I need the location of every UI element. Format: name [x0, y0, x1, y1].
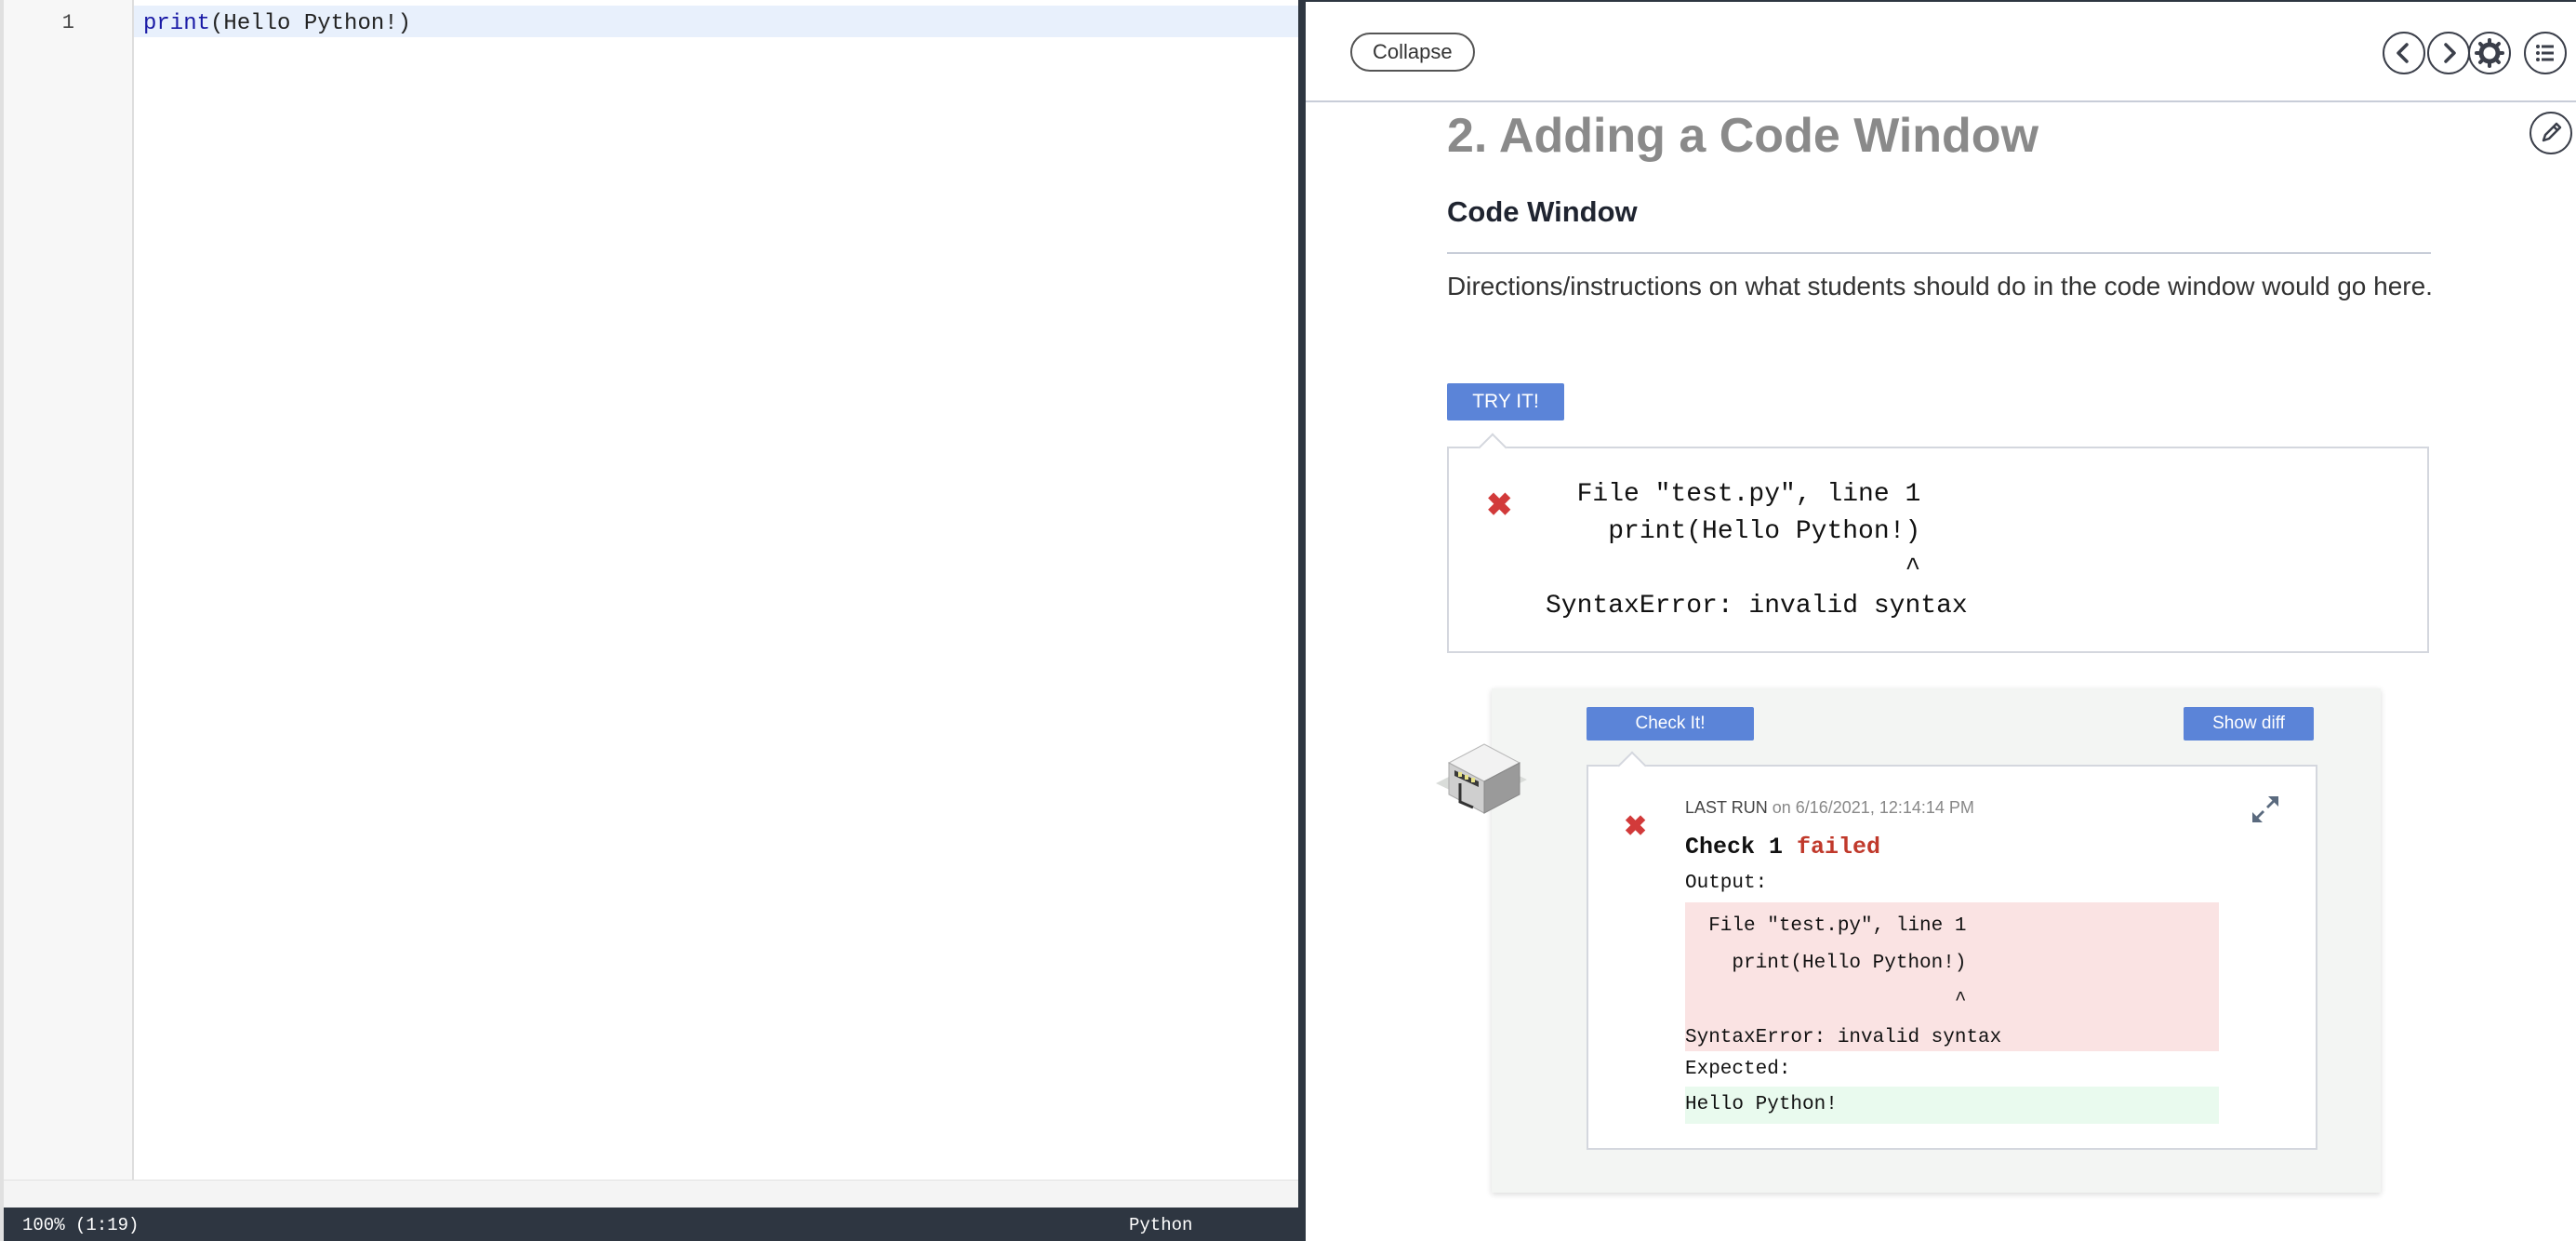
error-output: File "test.py", line 1 print(Hello Pytho… [1546, 480, 1968, 620]
lesson-toolbar: Collapse [1306, 0, 2576, 102]
chevron-left-icon[interactable] [2383, 32, 2425, 74]
check-name: Check 1 [1685, 834, 1784, 861]
last-run-time: on 6/16/2021, 12:14:14 PM [1772, 798, 1974, 817]
check-status: Check 1 failed [1685, 834, 1880, 861]
divider [1447, 252, 2431, 254]
expand-icon[interactable] [2251, 794, 2280, 824]
check-result: ✖ LAST RUN on 6/16/2021, 12:14:14 PM Che… [1587, 751, 2317, 1150]
lesson-pane: Collapse 2. Adding a Code Window Code Wi… [1306, 0, 2576, 1241]
code-line[interactable]: print(Hello Python!) [143, 11, 411, 36]
show-diff-button[interactable]: Show diff [2184, 707, 2314, 741]
pencil-icon[interactable] [2530, 112, 2572, 154]
list-icon[interactable] [2524, 32, 2567, 74]
try-it-output: ✖ File "test.py", line 1 print(Hello Pyt… [1447, 433, 2429, 653]
editor-status-bar: 100% (1:19) Python [4, 1208, 1302, 1241]
line-number: 1 [61, 11, 74, 34]
output-label: Output: [1685, 873, 1768, 894]
directions-text: Directions/instructions on what students… [1447, 272, 2433, 300]
try-it-button[interactable]: TRY IT! [1447, 383, 1564, 420]
output-text: File "test.py", line 1 print(Hello Pytho… [1685, 915, 2002, 1048]
output-block: File "test.py", line 1 print(Hello Pytho… [1685, 902, 2219, 1051]
language-status[interactable]: Python [1129, 1215, 1192, 1235]
last-run-info: LAST RUN on 6/16/2021, 12:14:14 PM [1685, 798, 1974, 818]
expected-label: Expected: [1685, 1059, 1791, 1080]
check-failed-badge: failed [1797, 834, 1881, 861]
code-keyword: print [143, 11, 211, 36]
robot-avatar-icon [1436, 726, 1533, 819]
chevron-right-icon[interactable] [2427, 32, 2470, 74]
x-mark-icon: ✖ [1624, 811, 1648, 842]
code-editor[interactable]: 1 print(Hello Python!) 100% (1:19) Pytho… [0, 0, 1302, 1241]
collapse-button[interactable]: Collapse [1350, 33, 1475, 72]
expected-text: Hello Python! [1685, 1094, 1838, 1115]
subsection-title: Code Window [1447, 195, 1638, 228]
output-pointer [1478, 433, 1507, 462]
gear-icon[interactable] [2468, 32, 2511, 74]
horizontal-scrollbar[interactable] [4, 1180, 1302, 1208]
line-gutter: 1 [4, 0, 134, 1180]
code-text: (Hello Python!) [210, 11, 412, 36]
zoom-cursor-status: 100% (1:19) [22, 1215, 139, 1235]
expected-block: Hello Python! [1685, 1087, 2219, 1124]
check-it-button[interactable]: Check It! [1587, 707, 1754, 741]
section-title: 2. Adding a Code Window [1447, 109, 2039, 163]
x-mark-icon: ✖ [1486, 487, 1513, 523]
pane-splitter[interactable] [1298, 0, 1306, 1241]
last-run-label: LAST RUN [1685, 798, 1768, 817]
